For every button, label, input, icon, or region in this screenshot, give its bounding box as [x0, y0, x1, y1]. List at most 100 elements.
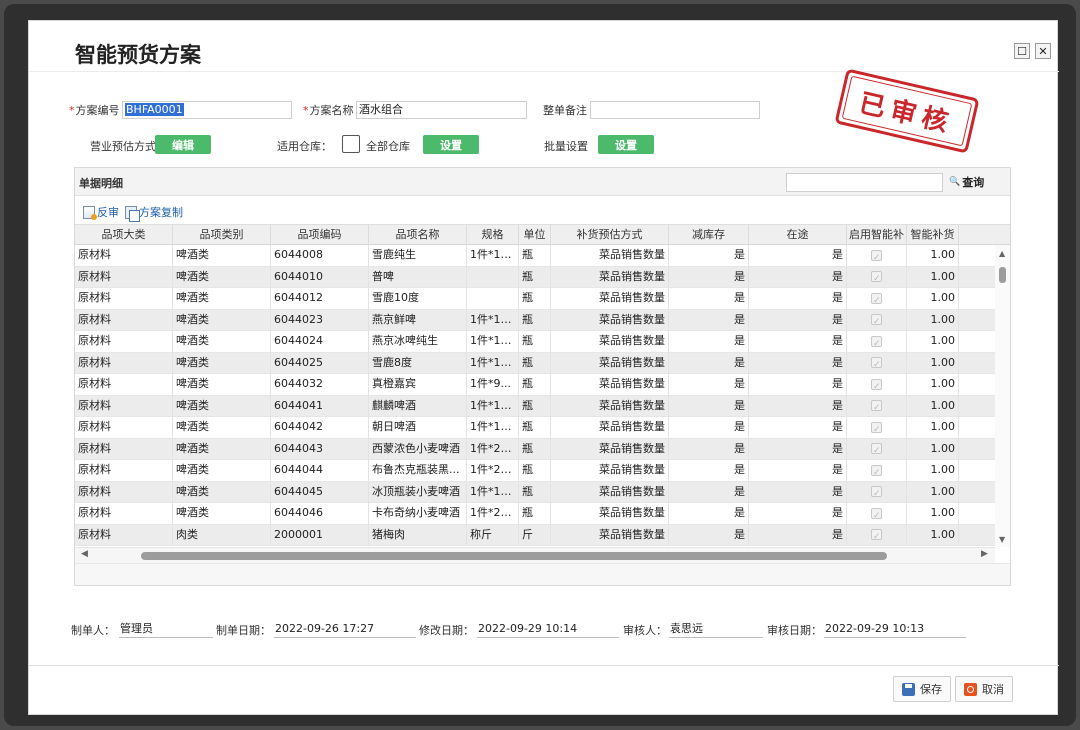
- save-button[interactable]: 保存: [893, 676, 951, 702]
- cell-forecast-method: 菜品销售数量: [551, 460, 669, 481]
- cell-name: 雪鹿10度: [369, 288, 467, 309]
- smart-enabled-checkbox[interactable]: [871, 484, 882, 503]
- horizontal-scroll-thumb[interactable]: [141, 552, 887, 560]
- scroll-down-icon[interactable]: ▼: [999, 535, 1005, 544]
- column-header-name[interactable]: 品项名称: [369, 225, 467, 245]
- cell-subcategory: 啤酒类: [173, 374, 271, 395]
- plan-name-input[interactable]: 酒水组合: [356, 101, 527, 119]
- smart-enabled-checkbox[interactable]: [871, 398, 882, 417]
- table-row[interactable]: 原材料啤酒类6044041麒麟啤酒1件*12...瓶菜品销售数量是是1.00: [75, 395, 1010, 417]
- scroll-left-icon[interactable]: ◀: [81, 549, 88, 559]
- smart-enabled-checkbox[interactable]: [871, 312, 882, 331]
- creator-value: 管理员: [119, 621, 213, 638]
- smart-enabled-checkbox[interactable]: [871, 269, 882, 288]
- batch-settings-button[interactable]: 设置: [598, 135, 654, 154]
- cell-forecast-method: 菜品销售数量: [551, 438, 669, 460]
- cancel-icon: [964, 682, 977, 696]
- column-header-smart-enabled[interactable]: 启用智能补: [847, 225, 907, 245]
- cell-code: 6044008: [271, 245, 369, 266]
- table-row[interactable]: 原材料 啤酒类 6044044 布鲁杰克瓶装黑... 1件*20... 瓶菜品销售数量是是…: [75, 460, 1010, 482]
- table-row[interactable]: 原材料啤酒类6044046卡布奇纳小麦啤酒1件*20...瓶菜品销售数量是是1.…: [75, 503, 1010, 525]
- scroll-up-icon[interactable]: ▲: [999, 249, 1005, 258]
- table-row[interactable]: 原材料啤酒类6044008雪鹿纯生1件*12...瓶菜品销售数量是是1.00: [75, 245, 1010, 267]
- plan-no-input[interactable]: BHFA0001: [122, 101, 292, 119]
- table-row[interactable]: 原材料啤酒类6044010普啤瓶菜品销售数量是是1.00: [75, 266, 1010, 288]
- cell-forecast-method: 菜品销售数量: [551, 503, 669, 524]
- cell-spec: 称斤: [467, 524, 519, 546]
- cell-spec: 1件*20...: [467, 503, 519, 524]
- table-row[interactable]: 原材料啤酒类6044043西蒙浓色小麦啤酒1件*20...瓶菜品销售数量是是1.…: [75, 438, 1010, 460]
- column-header-smart-qty[interactable]: 智能补货: [907, 225, 959, 245]
- smart-enabled-checkbox[interactable]: [871, 506, 882, 524]
- copy-plan-button[interactable]: 方案复制: [125, 204, 183, 222]
- column-header-code[interactable]: 品项编码: [271, 225, 369, 245]
- auditor-value: 袁思远: [669, 621, 763, 638]
- cell-spec: 1件*12...: [467, 331, 519, 352]
- column-header-category[interactable]: 品项大类: [75, 225, 173, 245]
- smart-enabled-checkbox[interactable]: [871, 355, 882, 374]
- maximize-button[interactable]: ☐: [1014, 43, 1030, 59]
- table-row[interactable]: 原材料啤酒类6044023燕京鲜啤1件*12...瓶菜品销售数量是是1.00: [75, 309, 1010, 331]
- cell-reduce-stock: 是: [669, 395, 749, 417]
- smart-enabled-checkbox[interactable]: [871, 377, 882, 395]
- cell-code: 6044032: [271, 374, 369, 395]
- search-button[interactable]: 🔍 查询: [949, 174, 984, 190]
- table-header: 品项大类 品项类别 品项编码 品项名称 规格 单位 补货预估方式 减库存 在途 启用智能补 智能补货: [75, 224, 1010, 245]
- vertical-scroll-thumb[interactable]: [999, 267, 1006, 283]
- search-button-label: 查询: [962, 176, 985, 189]
- table-row[interactable]: 原材料啤酒类6044012雪鹿10度瓶菜品销售数量是是1.00: [75, 288, 1010, 310]
- audit-date-value: 2022-09-29 10:13: [824, 621, 966, 638]
- column-header-reduce-stock[interactable]: 减库存: [669, 225, 749, 245]
- all-warehouse-checkbox[interactable]: [342, 135, 360, 153]
- cell-spec: 1件*12...: [467, 245, 519, 266]
- cell-name: 卡布奇纳小麦啤酒: [369, 503, 467, 524]
- smart-enabled-checkbox[interactable]: [871, 420, 882, 438]
- vertical-scrollbar[interactable]: ▲ ▼: [995, 245, 1010, 547]
- modified-date-label: 修改日期：: [419, 624, 474, 637]
- cell-spec: 1件*12...: [467, 417, 519, 438]
- smart-enabled-checkbox[interactable]: [871, 334, 882, 352]
- table-row[interactable]: 原材料啤酒类6044032真橙嘉宾1件*9...瓶菜品销售数量是是1.00: [75, 374, 1010, 396]
- table-row[interactable]: 原材料肉类2000001猪梅肉称斤斤菜品销售数量是是1.00: [75, 524, 1010, 546]
- smart-enabled-checkbox[interactable]: [871, 463, 882, 481]
- smart-enabled-checkbox[interactable]: [871, 248, 882, 266]
- smart-enabled-checkbox[interactable]: [871, 527, 882, 546]
- table-row[interactable]: 原材料啤酒类6044024燕京冰啤纯生1件*12...瓶菜品销售数量是是1.00: [75, 331, 1010, 353]
- smart-enabled-checkbox[interactable]: [871, 291, 882, 309]
- cell-smart-qty: 1.00: [907, 374, 959, 395]
- warehouse-settings-button[interactable]: 设置: [423, 135, 479, 154]
- cell-smart-enabled: [847, 374, 907, 395]
- close-button[interactable]: ✕: [1035, 43, 1051, 59]
- cell-unit: 瓶: [519, 352, 551, 374]
- table-row[interactable]: 原材料啤酒类6044025雪鹿8度1件*12...瓶菜品销售数量是是1.00: [75, 352, 1010, 374]
- column-header-subcategory[interactable]: 品项类别: [173, 225, 271, 245]
- column-header-forecast-method[interactable]: 补货预估方式: [551, 225, 669, 245]
- close-icon: ✕: [1038, 44, 1048, 58]
- table-row[interactable]: 原材料啤酒类6044045冰顶瓶装小麦啤酒1件*12...瓶菜品销售数量是是1.…: [75, 481, 1010, 503]
- horizontal-scrollbar[interactable]: ◀ ▶: [75, 547, 995, 563]
- forecast-edit-button[interactable]: 编辑: [155, 135, 211, 154]
- cell-forecast-method: 菜品销售数量: [551, 309, 669, 331]
- column-header-spec[interactable]: 规格: [467, 225, 519, 245]
- cell-unit: 瓶: [519, 503, 551, 524]
- cell-name: 雪鹿纯生: [369, 245, 467, 266]
- cell-category: 原材料: [75, 395, 173, 417]
- cell-subcategory: 啤酒类: [173, 309, 271, 331]
- search-input[interactable]: [786, 173, 943, 192]
- smart-enabled-checkbox[interactable]: [871, 441, 882, 460]
- column-header-in-transit[interactable]: 在途: [749, 225, 847, 245]
- reverse-audit-icon: [83, 205, 97, 220]
- column-header-unit[interactable]: 单位: [519, 225, 551, 245]
- cell-category: 原材料: [75, 245, 173, 266]
- cell-name: 麒麟啤酒: [369, 395, 467, 417]
- save-icon: [902, 682, 915, 696]
- cancel-button[interactable]: 取消: [955, 676, 1013, 702]
- scroll-right-icon[interactable]: ▶: [981, 549, 988, 559]
- table-row[interactable]: 原材料啤酒类6044042朝日啤酒1件*12...瓶菜品销售数量是是1.00: [75, 417, 1010, 439]
- reverse-audit-button[interactable]: 反审: [83, 204, 119, 220]
- cell-smart-enabled: [847, 503, 907, 524]
- cell-spec: 1件*12...: [467, 481, 519, 503]
- remark-input[interactable]: [590, 101, 760, 119]
- cell-name: 燕京冰啤纯生: [369, 331, 467, 352]
- cell-subcategory: 啤酒类: [173, 352, 271, 374]
